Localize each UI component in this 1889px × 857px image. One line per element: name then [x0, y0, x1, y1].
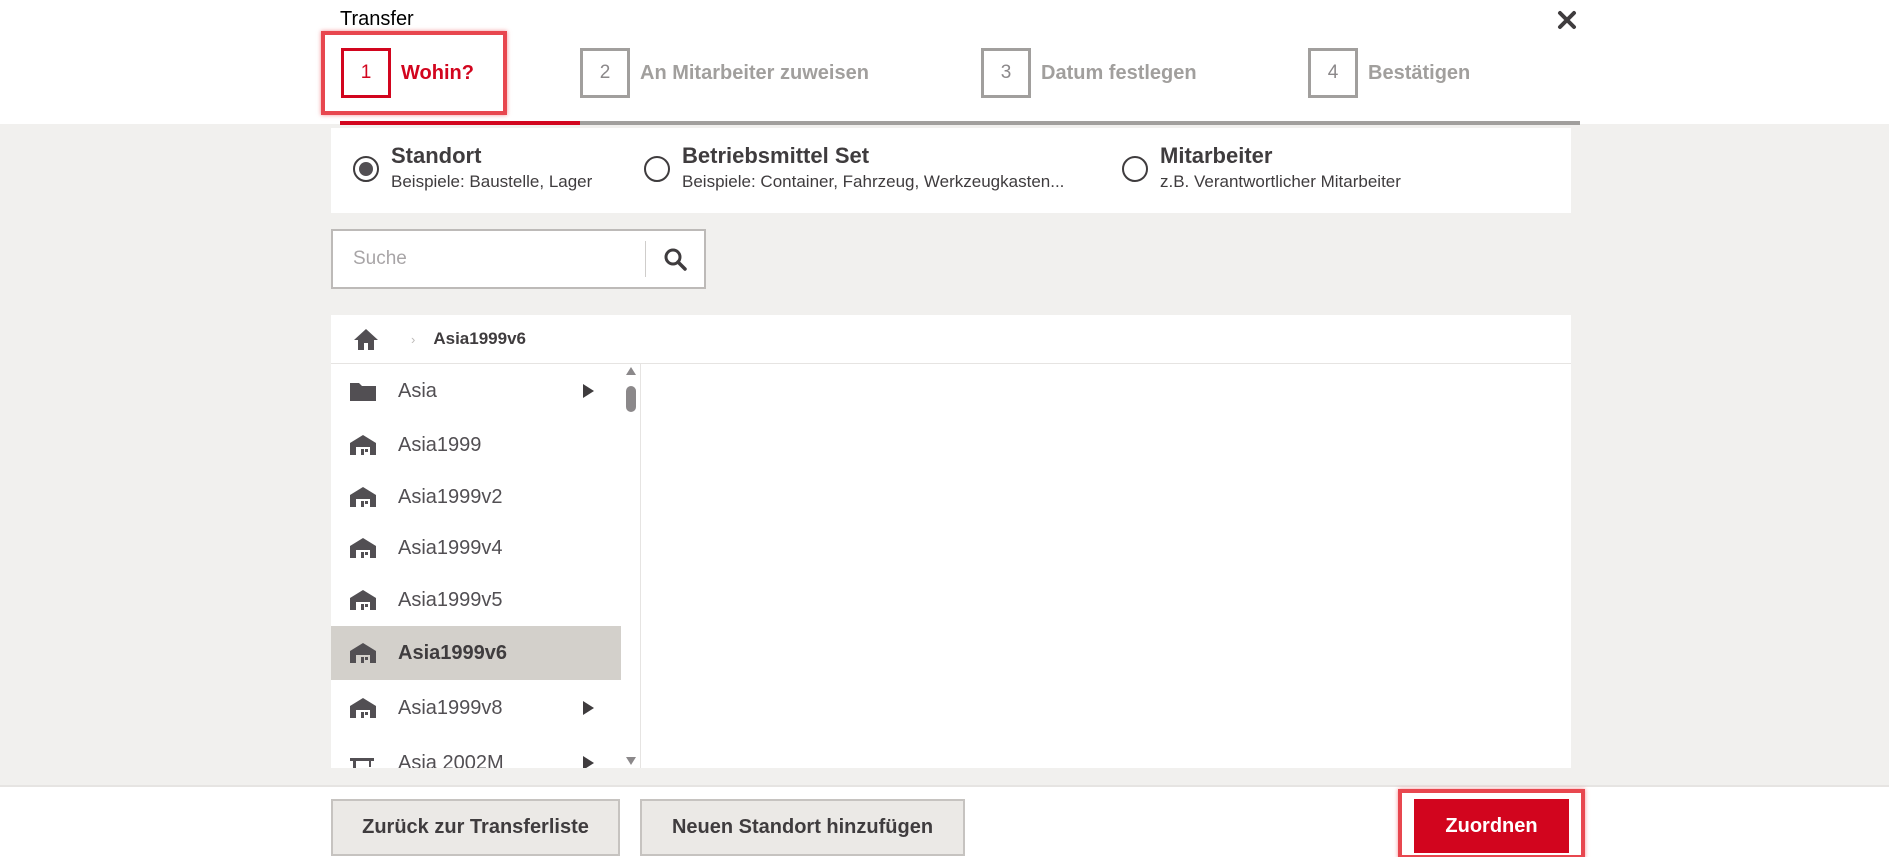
step-1-highlight	[321, 31, 507, 115]
scroll-thumb[interactable]	[626, 386, 636, 412]
breadcrumb-home[interactable]	[351, 324, 381, 354]
list-item-label: Asia 2002M	[398, 751, 504, 769]
add-location-button[interactable]: Neuen Standort hinzufügen	[640, 799, 965, 856]
radio-betriebsmittel-set[interactable]	[644, 156, 670, 182]
radio-standort[interactable]	[353, 156, 379, 182]
type-subtitle: Beispiele: Baustelle, Lager	[391, 172, 593, 191]
search-input[interactable]	[333, 231, 646, 287]
close-icon	[1558, 11, 1576, 29]
warehouse-icon	[349, 641, 377, 665]
location-browser: › Asia1999v6 Asia Asia1999 Asia1999v2 As…	[331, 315, 1571, 768]
step-number: 2	[580, 48, 630, 98]
home-icon	[354, 329, 378, 350]
list-item[interactable]: Asia1999v8	[331, 681, 621, 735]
dialog-header: Transfer 1 Wohin? 2 An Mitarbeiter zuwei…	[0, 0, 1889, 124]
list-item-selected[interactable]: Asia1999v6	[331, 626, 621, 680]
list-item[interactable]: Asia	[331, 364, 621, 418]
list-item-label: Asia1999v2	[398, 485, 503, 508]
target-type-panel: Standort Beispiele: Baustelle, Lager Bet…	[331, 128, 1571, 213]
progress-fill	[340, 121, 580, 125]
type-option-standort[interactable]: Standort Beispiele: Baustelle, Lager	[353, 142, 592, 194]
list-item-label: Asia1999	[398, 433, 482, 456]
step-number: 4	[1308, 48, 1358, 98]
type-option-betriebsmittel-set[interactable]: Betriebsmittel Set Beispiele: Container,…	[644, 142, 1064, 194]
warehouse-icon	[349, 433, 377, 457]
scroll-up-icon[interactable]	[625, 366, 637, 376]
step-label: Datum festlegen	[1041, 61, 1197, 84]
type-title: Betriebsmittel Set	[682, 143, 870, 168]
list-item[interactable]: Asia 2002M	[331, 736, 621, 768]
expand-arrow-icon[interactable]	[581, 700, 595, 716]
warehouse-icon	[349, 696, 377, 720]
search-icon	[664, 248, 687, 271]
step-2[interactable]: 2 An Mitarbeiter zuweisen	[580, 48, 869, 98]
list-item-label: Asia1999v8	[398, 696, 503, 719]
location-list: Asia Asia1999 Asia1999v2 Asia1999v4 Asia…	[331, 364, 621, 768]
warehouse-icon	[349, 588, 377, 612]
list-item[interactable]: Asia1999	[331, 418, 621, 472]
folder-icon	[349, 379, 377, 403]
assign-highlight	[1398, 789, 1585, 857]
breadcrumb-current: Asia1999v6	[433, 329, 526, 348]
radio-mitarbeiter[interactable]	[1122, 156, 1148, 182]
list-scrollbar[interactable]	[621, 364, 641, 768]
expand-arrow-icon[interactable]	[581, 383, 595, 399]
step-label: An Mitarbeiter zuweisen	[640, 61, 869, 84]
list-item-label: Asia1999v6	[398, 641, 507, 664]
scroll-down-icon[interactable]	[625, 756, 637, 766]
type-option-mitarbeiter[interactable]: Mitarbeiter z.B. Verantwortlicher Mitarb…	[1122, 142, 1401, 194]
warehouse-icon	[349, 536, 377, 560]
search-button[interactable]	[646, 231, 704, 287]
list-item-label: Asia	[398, 379, 437, 402]
type-title: Mitarbeiter	[1160, 143, 1273, 168]
breadcrumb: › Asia1999v6	[331, 315, 1571, 364]
list-item[interactable]: Asia1999v5	[331, 573, 621, 627]
type-title: Standort	[391, 143, 482, 168]
warehouse-icon	[349, 485, 377, 509]
step-4[interactable]: 4 Bestätigen	[1308, 48, 1470, 98]
type-subtitle: Beispiele: Container, Fahrzeug, Werkzeug…	[682, 172, 1065, 191]
list-item-label: Asia1999v4	[398, 536, 503, 559]
list-item-label: Asia1999v5	[398, 588, 503, 611]
step-3[interactable]: 3 Datum festlegen	[981, 48, 1197, 98]
expand-arrow-icon[interactable]	[581, 755, 595, 768]
step-number: 3	[981, 48, 1031, 98]
list-item[interactable]: Asia1999v2	[331, 470, 621, 524]
step-label: Bestätigen	[1368, 61, 1471, 84]
close-button[interactable]	[1553, 6, 1581, 34]
dialog-footer: Zurück zur Transferliste Neuen Standort …	[0, 785, 1889, 857]
list-item[interactable]: Asia1999v4	[331, 521, 621, 575]
type-subtitle: z.B. Verantwortlicher Mitarbeiter	[1160, 172, 1401, 191]
search-box	[331, 229, 706, 289]
crane-icon	[349, 751, 377, 768]
chevron-right-icon: ›	[411, 331, 416, 347]
dialog-title: Transfer	[340, 8, 414, 30]
back-to-transfer-list-button[interactable]: Zurück zur Transferliste	[331, 799, 620, 856]
